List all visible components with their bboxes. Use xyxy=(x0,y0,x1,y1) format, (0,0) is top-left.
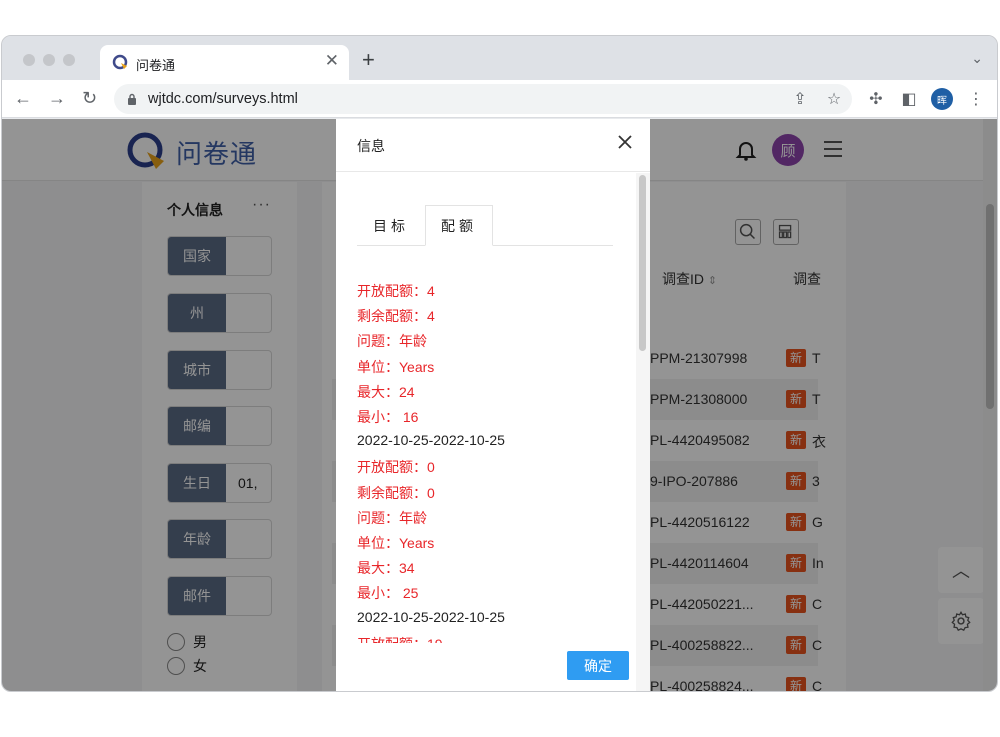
info-modal: 信息 目标 配额 开放配额：4 剩余配额：4 问题：年龄 单位：Years 最大：24 最… xyxy=(336,119,650,691)
tab-quota[interactable]: 配额 xyxy=(425,205,493,246)
tab-close-icon[interactable]: ✕ xyxy=(325,51,339,71)
quota-line: 最大：24 xyxy=(357,383,415,400)
modal-tabs: 目标 配额 xyxy=(357,205,613,246)
quota-line: 单位：Years xyxy=(357,535,435,551)
tab-search-chevron-icon[interactable]: ⌄ xyxy=(971,50,983,67)
quota-line: 开放配额：4 xyxy=(357,283,435,299)
quota-line: 最小： 25 xyxy=(357,585,419,602)
modal-header: 信息 xyxy=(336,119,650,172)
quota-line: 开放配额：0 xyxy=(357,459,435,476)
quota-line: 最小： 16 xyxy=(357,409,419,425)
quota-line: 2022-10-25-2022-10-25 xyxy=(357,432,505,449)
quota-line: 问题：年龄 xyxy=(357,333,427,350)
tab-title: 问卷通 xyxy=(136,58,176,73)
browser-toolbar: ← → ↻ wjtdc.com/surveys.html ⇪ ☆ ✣ ◧ 晖 ⋮ xyxy=(2,80,997,118)
new-tab-button[interactable]: + xyxy=(362,49,375,71)
quota-line: 单位：Years xyxy=(357,358,435,375)
minimize-window-button[interactable] xyxy=(43,54,55,66)
bookmark-star-icon[interactable]: ☆ xyxy=(824,89,844,109)
tab-target[interactable]: 目标 xyxy=(357,205,425,246)
confirm-button[interactable]: 确定 xyxy=(567,651,629,680)
browser-tab[interactable]: 问卷通 ✕ xyxy=(100,45,349,80)
close-icon[interactable] xyxy=(618,135,632,149)
quota-line: 开放配额：19 xyxy=(357,634,443,643)
site-favicon-icon xyxy=(112,54,128,70)
quota-line: 2022-10-25-2022-10-25 xyxy=(357,608,505,625)
extensions-puzzle-icon[interactable]: ✣ xyxy=(866,89,886,109)
page-viewport: 问卷通 顾 个人信息 ··· 国家 州 城市 邮编 生日 01, 年龄 邮件 男… xyxy=(2,119,997,691)
quota-line: 剩余配额：0 xyxy=(357,484,435,501)
maximize-window-button[interactable] xyxy=(63,54,75,66)
address-bar[interactable]: wjtdc.com/surveys.html ⇪ ☆ xyxy=(114,84,852,114)
share-icon[interactable]: ⇪ xyxy=(790,89,810,109)
browser-menu-kebab-icon[interactable]: ⋮ xyxy=(966,89,986,109)
modal-title: 信息 xyxy=(357,138,385,154)
browser-profile-avatar[interactable]: 晖 xyxy=(931,88,953,110)
back-arrow-icon[interactable]: ← xyxy=(14,88,32,108)
modal-scrollbar-thumb[interactable] xyxy=(639,175,646,351)
lock-icon xyxy=(128,93,136,105)
modal-body: 目标 配额 开放配额：4 剩余配额：4 问题：年龄 单位：Years 最大：24 最小： … xyxy=(336,173,636,643)
modal-scrollbar[interactable] xyxy=(636,173,650,691)
close-window-button[interactable] xyxy=(23,54,35,66)
quota-line: 问题：年龄 xyxy=(357,509,427,526)
quota-line: 剩余配额：4 xyxy=(357,308,435,325)
reload-icon[interactable]: ↻ xyxy=(82,88,97,108)
quota-line: 最大：34 xyxy=(357,560,415,577)
url-text: wjtdc.com/surveys.html xyxy=(148,91,298,107)
side-panel-icon[interactable]: ◧ xyxy=(899,89,919,109)
browser-window: 问卷通 ✕ + ⌄ ← → ↻ wjtdc.com/surveys.html ⇪… xyxy=(1,35,998,692)
forward-arrow-icon[interactable]: → xyxy=(48,88,66,108)
tab-strip: 问卷通 ✕ + ⌄ xyxy=(2,36,997,80)
